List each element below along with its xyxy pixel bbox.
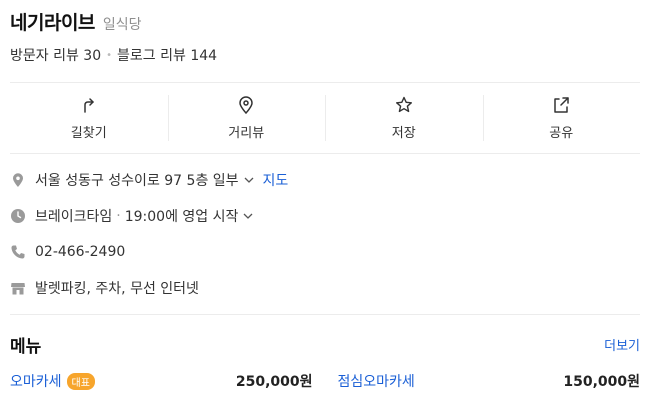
menu-list: 오마카세 대표 250,000원 점심오마카세 150,000원 [10,371,640,391]
menu-item[interactable]: 오마카세 대표 250,000원 [10,371,313,391]
menu-item-name[interactable]: 오마카세 [10,371,62,391]
star-icon [395,96,412,113]
hours-detail: 19:00에 영업 시작 [124,209,239,225]
menu-header: 메뉴 더보기 [10,332,640,357]
share-button[interactable]: 공유 [482,83,641,153]
visitor-reviews-link[interactable]: 방문자 리뷰 30 [10,45,101,65]
divider [10,153,640,154]
directions-label: 길찾기 [70,126,107,141]
streetview-button[interactable]: 거리뷰 [167,83,326,153]
place-header: 네기라이브 일식당 방문자 리뷰 30 • 블로그 리뷰 144 [10,8,217,65]
streetview-label: 거리뷰 [228,126,265,141]
signature-badge: 대표 [66,372,95,390]
amenities-row: 발렛파킹, 주차, 무선 인터넷 [10,270,640,306]
place-category: 일식당 [102,17,142,33]
store-icon [10,280,26,296]
separator-dot: • [106,49,113,61]
phone-row: 02-466-2490 [10,234,640,270]
chevron-down-icon[interactable] [242,210,254,222]
blog-reviews-link[interactable]: 블로그 리뷰 144 [117,45,217,65]
hours-row[interactable]: 브레이크타임 · 19:00에 영업 시작 [10,198,640,234]
menu-item-price: 250,000원 [235,374,313,390]
share-label: 공유 [549,126,574,141]
amenities-text: 발렛파킹, 주차, 무선 인터넷 [35,281,199,297]
directions-button[interactable]: 길찾기 [10,83,168,153]
address-text: 서울 성동구 성수이로 97 5층 일부 [35,173,239,189]
more-link[interactable]: 더보기 [604,335,640,354]
place-name: 네기라이브 [10,12,95,34]
hours-status: 브레이크타임 [35,209,113,225]
menu-item[interactable]: 점심오마카세 150,000원 [338,371,641,391]
address-row: 서울 성동구 성수이로 97 5층 일부 지도 [10,162,640,198]
location-pin-icon [239,96,254,115]
chevron-down-icon[interactable] [243,174,255,186]
separator-dot: · [116,208,121,224]
share-icon [554,97,569,113]
menu-item-price: 150,000원 [563,374,640,390]
review-summary: 방문자 리뷰 30 • 블로그 리뷰 144 [10,45,217,65]
location-pin-icon [10,172,26,188]
menu-item-name[interactable]: 점심오마카세 [338,371,415,391]
phone-number[interactable]: 02-466-2490 [35,244,125,260]
phone-icon [10,244,26,260]
save-button[interactable]: 저장 [325,83,483,153]
divider [10,314,640,315]
menu-title: 메뉴 [10,337,42,357]
save-label: 저장 [391,126,416,141]
action-bar: 길찾기 거리뷰 저장 공유 [10,83,640,153]
map-link[interactable]: 지도 [263,170,289,190]
place-info: 서울 성동구 성수이로 97 5층 일부 지도 브레이크타임 · 19:00에 … [10,162,640,306]
clock-icon [10,208,26,224]
directions-icon [84,98,94,113]
